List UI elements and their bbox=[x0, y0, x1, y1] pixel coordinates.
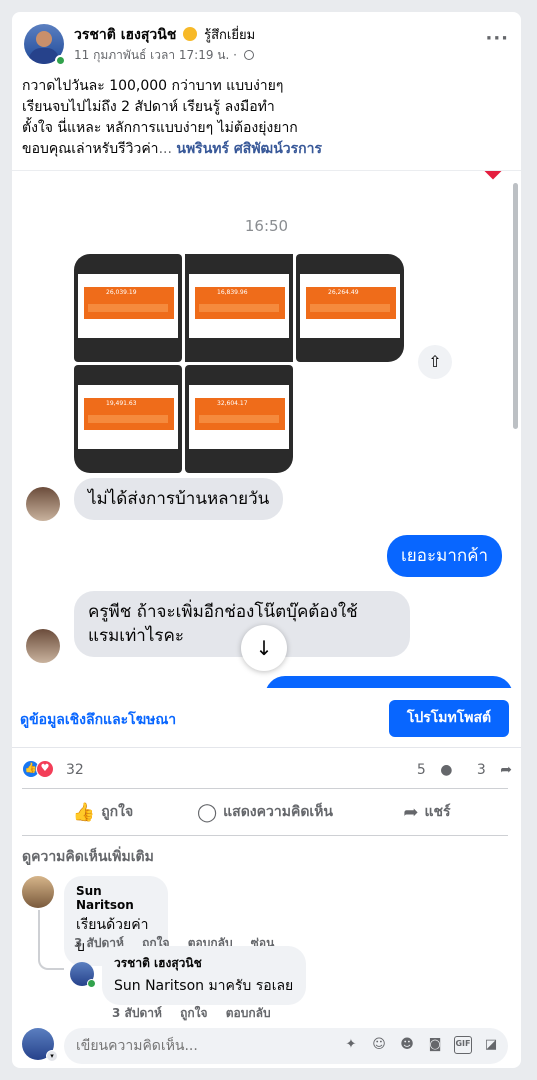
avatar-sticker-icon[interactable]: ☺ bbox=[370, 1036, 388, 1054]
reply-text: Sun Naritson มาครับ รอเลย bbox=[114, 978, 294, 994]
online-status-dot bbox=[87, 979, 96, 988]
message-line: ครูพีช ถ้าจะเพิ่มอีกช่องโน๊ตบุ๊คต้องใช้ bbox=[88, 602, 358, 622]
comment-label: แสดงความคิดเห็น bbox=[223, 804, 333, 820]
earnings-thumbnail: 16,839.96 bbox=[185, 254, 293, 362]
incoming-message: ไม่ได้ส่งการบ้านหลายวัน bbox=[74, 478, 284, 520]
chat-time: 16:50 bbox=[244, 217, 289, 235]
reply-actions: 3 สัปดาห์ ถูกใจ ตอบกลับ bbox=[112, 1004, 285, 1023]
caption-text: ขอบคุณเล่าหรับรีวิวค่า bbox=[22, 141, 159, 157]
camera-icon[interactable]: ◙ bbox=[426, 1036, 444, 1054]
see-more-comments-link[interactable]: ดูความคิดเห็นเพิ่มเติม bbox=[22, 846, 154, 868]
online-status-dot bbox=[55, 55, 66, 66]
author-line: วรชาติ เฮงสุวนิช รู้สึกเยี่ยม bbox=[74, 24, 255, 46]
gif-icon[interactable]: GIF bbox=[454, 1036, 472, 1054]
chevron-down-icon[interactable]: ▾ bbox=[46, 1050, 58, 1062]
outgoing-message-partial bbox=[265, 676, 513, 688]
caption-line: เรียนจบไปไม่ถึง 2 สัปดาห์ เรียนรู้ ลงมือ… bbox=[22, 99, 275, 115]
comment-composer: ▾ ✦ ☺ ☻ ◙ GIF ◪ bbox=[22, 1028, 512, 1064]
like-button[interactable]: 👍 ถูกใจ bbox=[22, 789, 184, 835]
sticker-icon[interactable]: ✦ bbox=[342, 1036, 360, 1054]
engagement-stats: 5 ● 3 ➦ bbox=[397, 762, 512, 778]
commenter-name[interactable]: Sun Naritson bbox=[76, 884, 156, 912]
share-upload-icon: ⇧ bbox=[418, 345, 452, 379]
post-card: วรชาติ เฮงสุวนิช รู้สึกเยี่ยม 11 กุมภาพั… bbox=[12, 12, 521, 1068]
emoji-icon[interactable]: ☻ bbox=[398, 1036, 416, 1054]
avatar-face bbox=[36, 31, 52, 47]
sticker-smile-icon[interactable]: ◪ bbox=[482, 1036, 500, 1054]
chat-screenshot-image[interactable]: 16:50 26,039.19 16,839.96 26,264.49 19,4… bbox=[12, 170, 521, 688]
thumbnail-value: 32,604.17 bbox=[217, 400, 248, 407]
thumbnail-value: 16,839.96 bbox=[217, 289, 248, 296]
insights-bar: ดูข้อมูลเชิงลึกและโฆษณา โปรโมทโพสต์ bbox=[12, 688, 521, 748]
share-arrow-icon: ➦ bbox=[500, 762, 512, 778]
caption-line: ตั้งใจ นี่แหละ หลักการแบบง่ายๆ ไม่ต้องยุ… bbox=[22, 120, 298, 136]
comment-bubble-icon: ● bbox=[440, 762, 453, 778]
commenter-avatar[interactable] bbox=[22, 876, 54, 908]
post-actions: 👍 ถูกใจ ◯ แสดงความคิดเห็น ➦ แชร์ bbox=[22, 788, 508, 836]
insights-link[interactable]: ดูข้อมูลเชิงลึกและโฆษณา bbox=[20, 709, 176, 731]
earnings-thumbnail: 26,039.19 bbox=[74, 254, 182, 362]
shares-count[interactable]: 3 ➦ bbox=[467, 762, 512, 778]
share-icon: ➦ bbox=[403, 802, 419, 823]
arrow-down-icon: ↓ bbox=[241, 625, 287, 671]
promote-post-button[interactable]: โปรโมทโพสต์ bbox=[389, 700, 509, 737]
thumbnail-value: 19,491.63 bbox=[106, 400, 137, 407]
share-button[interactable]: ➦ แชร์ bbox=[346, 789, 508, 835]
reply-bubble: วรชาติ เฮงสุวนิช Sun Naritson มาครับ รอเ… bbox=[102, 946, 306, 1005]
feeling-text: รู้สึกเยี่ยม bbox=[204, 28, 256, 43]
author-name[interactable]: วรชาติ เฮงสุวนิช bbox=[74, 27, 176, 43]
reply-thread-line bbox=[38, 910, 64, 970]
reply-reply-link[interactable]: ตอบกลับ bbox=[226, 1006, 271, 1020]
comment-icon: ◯ bbox=[196, 802, 218, 823]
caption-line: กวาดไปวันละ 100,000 กว่าบาท แบบง่ายๆ bbox=[22, 78, 284, 94]
comments-count[interactable]: 5 ● bbox=[407, 762, 453, 778]
outgoing-message: เยอะมากค้า bbox=[387, 535, 503, 577]
post-header: วรชาติ เฮงสุวนิช รู้สึกเยี่ยม 11 กุมภาพั… bbox=[24, 24, 509, 68]
heart-icon bbox=[484, 171, 502, 180]
like-label: ถูกใจ bbox=[101, 804, 134, 820]
reply-author-name[interactable]: วรชาติ เฮงสุวนิช bbox=[114, 954, 294, 973]
post-meta: 11 กุมภาพันธ์ เวลา 17:19 น. · bbox=[74, 46, 254, 65]
more-options-icon[interactable]: ··· bbox=[485, 28, 509, 49]
sender-avatar bbox=[26, 629, 60, 663]
see-more-link[interactable]: ... bbox=[159, 141, 172, 157]
thumbnail-value: 26,039.19 bbox=[106, 289, 137, 296]
thumbs-up-icon: 👍 bbox=[72, 802, 96, 823]
caption-line: ขอบคุณเล่าหรับรีวิวค่า... นพรินทร์ ศสิพั… bbox=[22, 139, 512, 160]
reply-like-link[interactable]: ถูกใจ bbox=[180, 1006, 207, 1020]
mention-link[interactable]: นพรินทร์ ศสิพัฒน์วรการ bbox=[176, 141, 322, 157]
composer-icons: ✦ ☺ ☻ ◙ GIF ◪ bbox=[342, 1036, 500, 1054]
reply-time[interactable]: 3 สัปดาห์ bbox=[112, 1006, 162, 1020]
sender-avatar bbox=[26, 487, 60, 521]
reactions-count[interactable]: 32 bbox=[66, 762, 84, 778]
feeling-emoji-icon bbox=[183, 27, 198, 41]
earnings-thumbnail: 32,604.17 bbox=[185, 365, 293, 473]
post-timestamp[interactable]: 11 กุมภาพันธ์ เวลา 17:19 น. · bbox=[74, 48, 237, 62]
share-label: แชร์ bbox=[424, 804, 451, 820]
earnings-thumbnail: 26,264.49 bbox=[296, 254, 404, 362]
comment-button[interactable]: ◯ แสดงความคิดเห็น bbox=[184, 789, 346, 835]
thumbnail-value: 26,264.49 bbox=[328, 289, 359, 296]
public-globe-icon bbox=[243, 50, 254, 60]
love-reaction-icon[interactable]: ♥ bbox=[36, 760, 54, 778]
reactions-summary: 👍 ♥ 32 5 ● 3 ➦ bbox=[22, 760, 512, 780]
earnings-thumbnail: 19,491.63 bbox=[74, 365, 182, 473]
post-caption: กวาดไปวันละ 100,000 กว่าบาท แบบง่ายๆ เรี… bbox=[22, 76, 512, 160]
